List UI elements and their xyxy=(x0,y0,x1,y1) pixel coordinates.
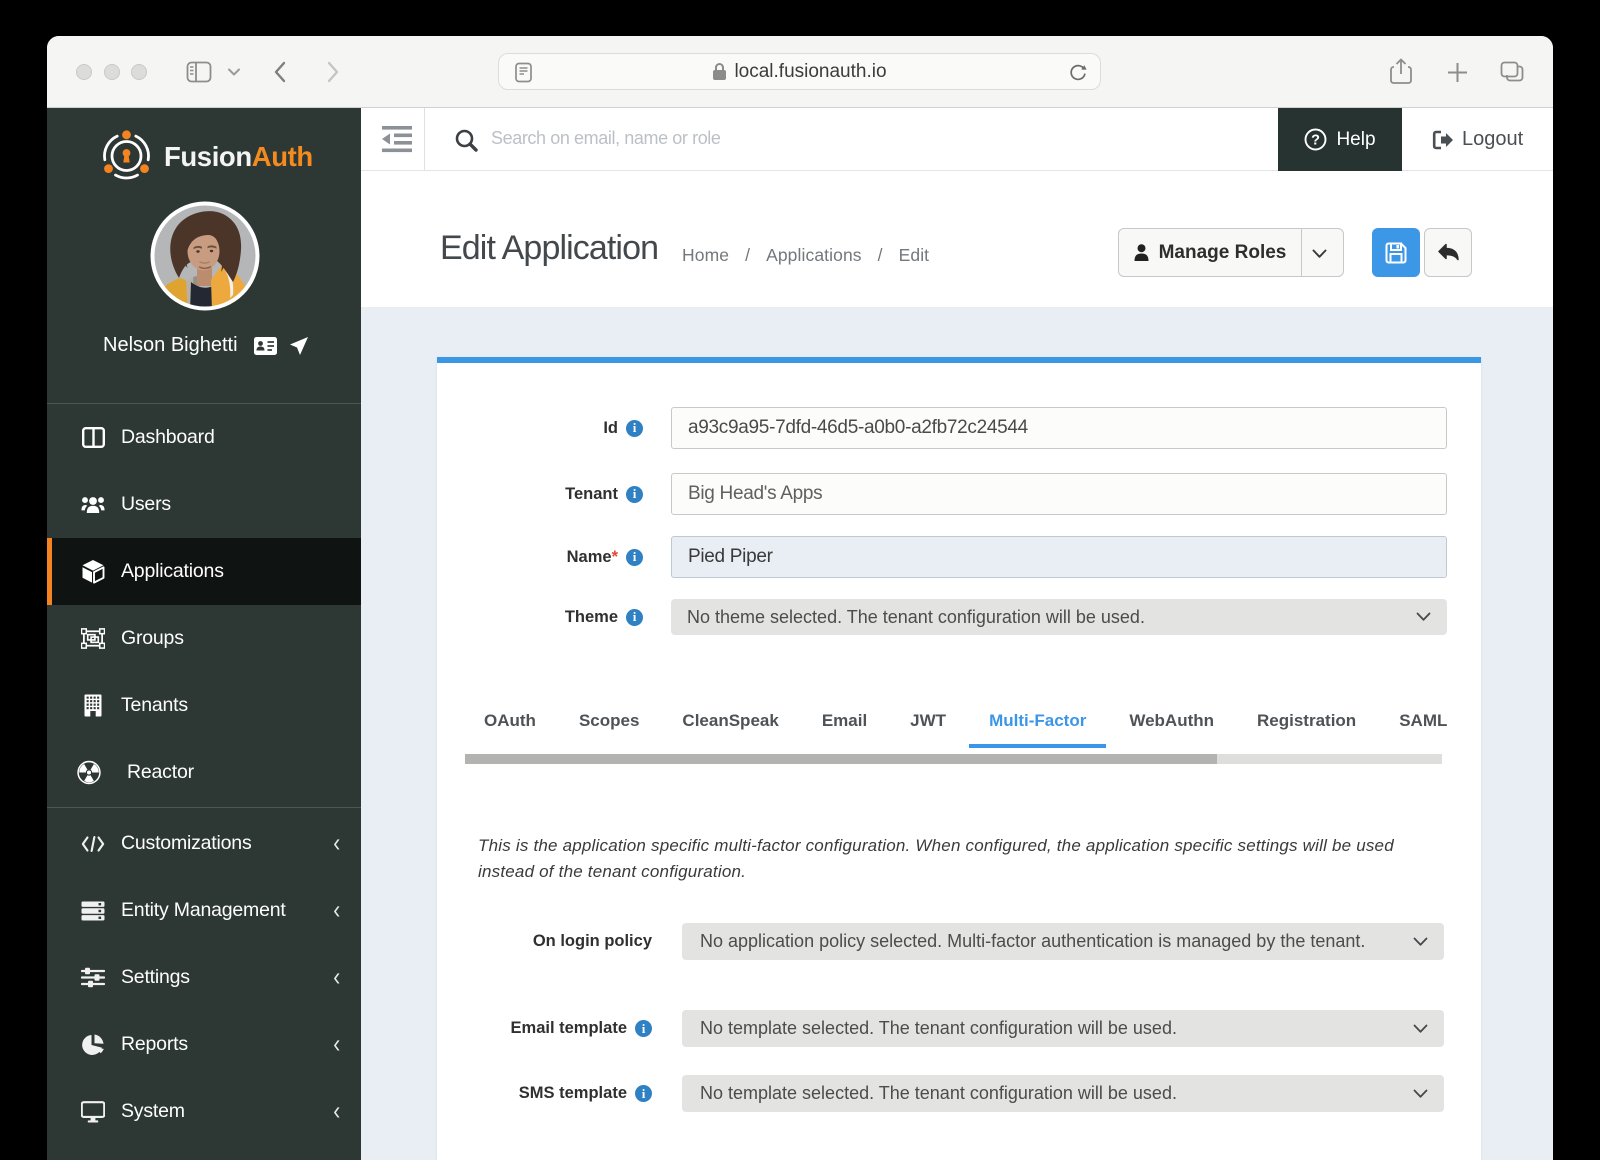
svg-text:?: ? xyxy=(1312,133,1321,149)
svg-text:FusionAuth: FusionAuth xyxy=(164,141,313,172)
